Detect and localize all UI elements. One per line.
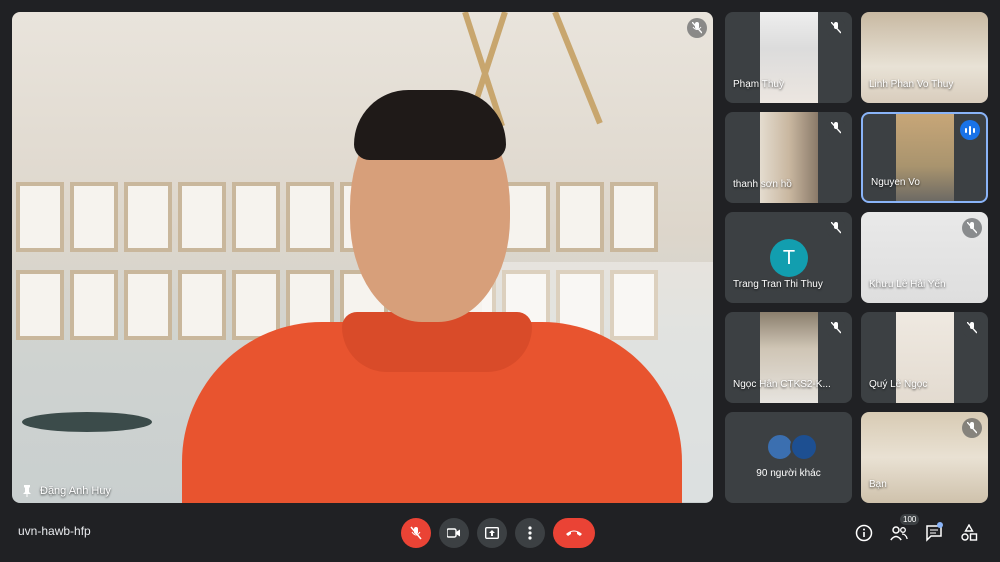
chat-notification-dot xyxy=(937,522,943,528)
meeting-code: uvn-hawb-hfp xyxy=(18,524,91,538)
avatar xyxy=(790,433,818,461)
people-icon xyxy=(890,526,908,541)
others-tile[interactable]: 90 người khác xyxy=(725,412,852,503)
cafe-table xyxy=(22,412,152,432)
mic-off-icon xyxy=(826,118,846,138)
main-tile-label: Đặng Anh Huy xyxy=(22,485,111,497)
mic-off-icon xyxy=(826,318,846,338)
participant-tile[interactable]: Ngọc Hân CTKS2-K... xyxy=(725,312,852,403)
participant-name: Nguyen Vo xyxy=(871,177,920,188)
mic-off-icon xyxy=(962,218,982,238)
present-button[interactable] xyxy=(477,518,507,548)
info-icon xyxy=(855,524,873,542)
avatar: T xyxy=(770,239,808,277)
mic-off-icon xyxy=(826,18,846,38)
participant-tile[interactable]: thanh sơn hồ xyxy=(725,112,852,203)
participant-tile[interactable]: Linh Phan Vo Thuy xyxy=(861,12,988,103)
main-tile-name: Đặng Anh Huy xyxy=(40,485,111,497)
others-count-label: 90 người khác xyxy=(756,468,821,479)
present-icon xyxy=(485,527,499,539)
mic-off-icon xyxy=(962,318,982,338)
speaking-indicator-icon xyxy=(960,120,980,140)
participant-name: Ngọc Hân CTKS2-K... xyxy=(733,379,831,390)
camera-icon xyxy=(447,528,460,538)
bottom-toolbar: uvn-hawb-hfp 100 xyxy=(0,510,1000,562)
meeting-info-button[interactable] xyxy=(853,522,875,544)
mic-toggle-button[interactable] xyxy=(401,518,431,548)
speaker-hair xyxy=(354,90,506,160)
activities-button[interactable] xyxy=(958,522,980,544)
mic-off-icon xyxy=(826,218,846,238)
participant-tile[interactable]: Quý Lê Ngọc xyxy=(861,312,988,403)
participant-tile[interactable]: T Trang Tran Thi Thuy xyxy=(725,212,852,303)
activities-icon xyxy=(961,524,978,541)
participant-name: Bạn xyxy=(869,479,887,490)
participant-tile-speaking[interactable]: Nguyen Vo xyxy=(861,112,988,203)
mic-off-icon xyxy=(687,18,707,38)
pin-icon[interactable] xyxy=(22,485,32,497)
end-call-button[interactable] xyxy=(553,518,595,548)
participant-tile[interactable]: Phạm Thuỳ xyxy=(725,12,852,103)
people-button[interactable] xyxy=(888,522,910,544)
main-video-tile[interactable]: Đặng Anh Huy xyxy=(12,12,713,503)
mic-off-icon xyxy=(962,418,982,438)
participant-name: thanh sơn hồ xyxy=(733,179,792,190)
end-call-icon xyxy=(566,530,582,536)
ceiling-beam xyxy=(552,12,603,125)
participant-name: Quý Lê Ngọc xyxy=(869,379,928,390)
more-vert-icon xyxy=(528,526,532,540)
participant-name: Linh Phan Vo Thuy xyxy=(869,79,954,90)
others-avatars xyxy=(766,433,818,461)
self-tile[interactable]: Bạn xyxy=(861,412,988,503)
mic-off-icon xyxy=(410,526,422,540)
participant-name: Phạm Thuỳ xyxy=(733,79,784,90)
more-options-button[interactable] xyxy=(515,518,545,548)
participant-name: Trang Tran Thi Thuy xyxy=(733,279,823,290)
participant-tile[interactable]: Khưu Lê Hải Yến xyxy=(861,212,988,303)
camera-toggle-button[interactable] xyxy=(439,518,469,548)
people-count-badge: 100 xyxy=(900,514,920,525)
participant-name: Khưu Lê Hải Yến xyxy=(869,279,946,290)
